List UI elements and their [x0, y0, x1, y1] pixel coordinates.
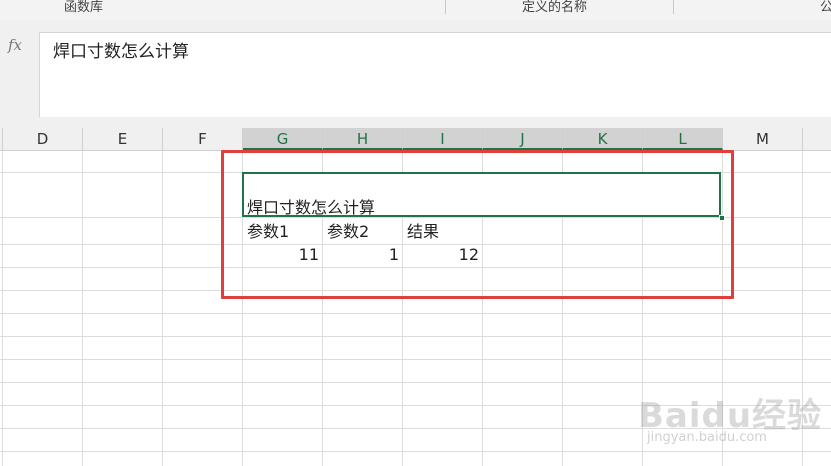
grid-line — [2, 151, 3, 466]
ribbon-group-bar: 函数库 定义的名称 公 — [0, 0, 831, 21]
column-header-i[interactable]: I — [403, 128, 483, 150]
ribbon-group-formula-auditing[interactable]: 公 — [820, 0, 831, 16]
column-header-l[interactable]: L — [643, 128, 723, 150]
grid-line — [0, 359, 831, 360]
grid-line — [0, 382, 831, 383]
grid-line — [0, 313, 831, 314]
formula-content: 焊口寸数怎么计算 — [53, 42, 189, 62]
ribbon-separator — [673, 0, 674, 14]
column-header-h[interactable]: H — [323, 128, 403, 150]
ribbon-group-function-library[interactable]: 函数库 — [64, 0, 103, 16]
formula-bar: fx 焊口寸数怎么计算 — [0, 20, 831, 128]
column-header-d[interactable]: D — [3, 128, 83, 150]
grid-line — [162, 151, 163, 466]
column-header-m[interactable]: M — [723, 128, 803, 150]
column-header-k[interactable]: K — [563, 128, 643, 150]
grid-line — [0, 451, 831, 452]
column-header-g[interactable]: G — [243, 128, 323, 150]
ribbon-group-defined-names[interactable]: 定义的名称 — [522, 0, 587, 16]
highlight-annotation-box — [221, 150, 734, 299]
ribbon-separator — [445, 0, 446, 14]
column-header-e[interactable]: E — [83, 128, 163, 150]
column-headers: D E F G H I J K L M — [0, 128, 831, 151]
insert-function-icon[interactable]: fx — [0, 32, 30, 58]
column-header-n-edge — [803, 128, 831, 150]
grid-line — [0, 336, 831, 337]
column-header-j[interactable]: J — [483, 128, 563, 150]
watermark-url: jingyan.baidu.com — [647, 430, 767, 445]
grid-line — [82, 151, 83, 466]
formula-input[interactable]: 焊口寸数怎么计算 — [39, 32, 831, 117]
column-header-f[interactable]: F — [163, 128, 243, 150]
